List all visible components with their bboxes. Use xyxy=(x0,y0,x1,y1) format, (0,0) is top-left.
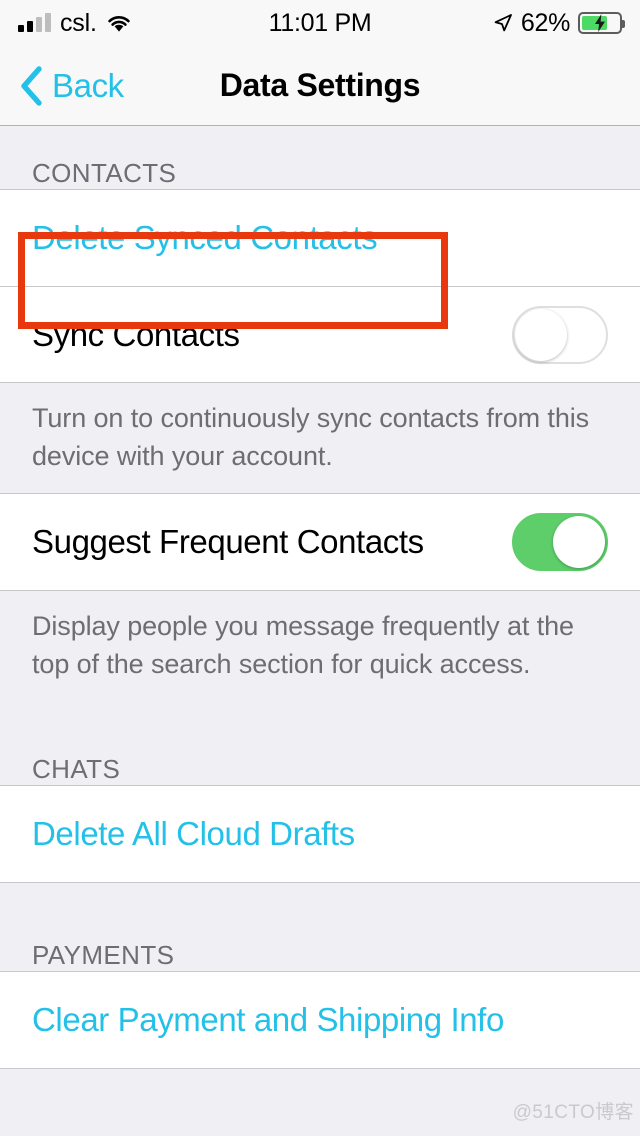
carrier-label: csl. xyxy=(60,8,97,37)
group-payments: Clear Payment and Shipping Info xyxy=(0,971,640,1069)
group-contacts: Delete Synced Contacts Sync Contacts xyxy=(0,189,640,383)
row-delete-synced-contacts[interactable]: Delete Synced Contacts xyxy=(0,190,640,286)
battery-charging-icon xyxy=(578,12,625,34)
footnote-suggest-frequent: Display people you message frequently at… xyxy=(32,611,574,679)
section-header-chats: CHATS xyxy=(32,754,121,784)
delete-synced-contacts-label: Delete Synced Contacts xyxy=(32,219,378,256)
row-suggest-frequent-contacts[interactable]: Suggest Frequent Contacts xyxy=(0,494,640,590)
group-suggest-frequent: Suggest Frequent Contacts xyxy=(0,493,640,591)
status-bar-right: 62% xyxy=(412,8,625,38)
toggle-knob xyxy=(553,516,605,568)
footnote-sync-contacts: Turn on to continuously sync contacts fr… xyxy=(32,403,590,471)
navigation-bar: Back Data Settings xyxy=(0,46,640,126)
suggest-frequent-contacts-toggle[interactable] xyxy=(512,513,608,571)
settings-list: CONTACTS Delete Synced Contacts Sync Con… xyxy=(0,127,640,1136)
status-bar: csl. 11:01 PM 62% xyxy=(0,0,640,46)
page-title: Data Settings xyxy=(219,67,421,103)
row-clear-payment-and-shipping-info[interactable]: Clear Payment and Shipping Info xyxy=(0,972,640,1068)
status-bar-time: 11:01 PM xyxy=(268,8,372,37)
phone-screen: csl. 11:01 PM 62% Back Data Settings CON… xyxy=(0,0,640,1136)
location-arrow-icon xyxy=(493,13,513,33)
row-sync-contacts[interactable]: Sync Contacts xyxy=(0,286,640,382)
cellular-signal-icon xyxy=(18,13,51,32)
row-delete-all-cloud-drafts[interactable]: Delete All Cloud Drafts xyxy=(0,786,640,882)
wifi-icon xyxy=(106,13,132,33)
delete-all-cloud-drafts-label: Delete All Cloud Drafts xyxy=(32,815,355,852)
section-header-payments: PAYMENTS xyxy=(32,940,175,970)
status-bar-left: csl. xyxy=(18,9,228,38)
sync-contacts-toggle[interactable] xyxy=(512,305,608,364)
section-header-contacts: CONTACTS xyxy=(32,158,177,188)
sync-contacts-label: Sync Contacts xyxy=(32,315,240,353)
suggest-frequent-contacts-label: Suggest Frequent Contacts xyxy=(32,523,424,560)
clear-payment-and-shipping-info-label: Clear Payment and Shipping Info xyxy=(32,1001,504,1038)
battery-percent-label: 62% xyxy=(520,8,570,37)
toggle-knob xyxy=(515,308,567,361)
group-chats: Delete All Cloud Drafts xyxy=(0,785,640,883)
watermark: @51CTO博客 xyxy=(512,1102,634,1123)
